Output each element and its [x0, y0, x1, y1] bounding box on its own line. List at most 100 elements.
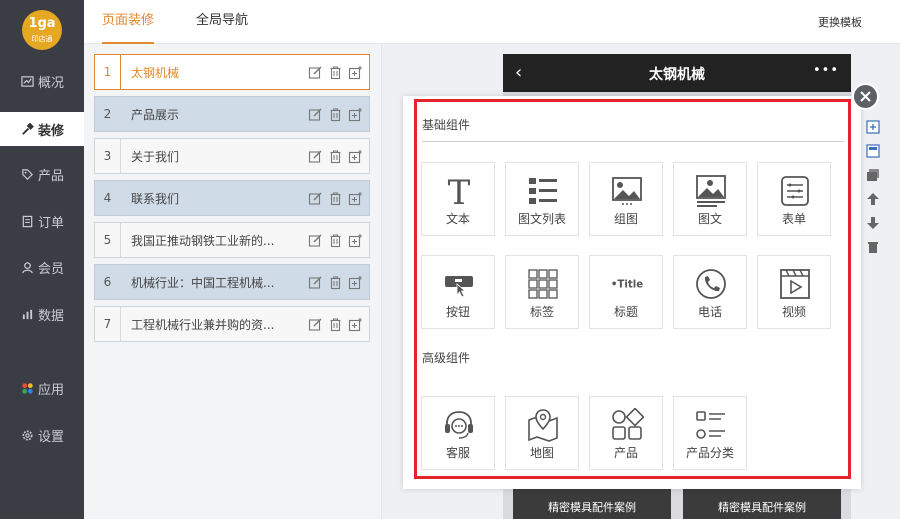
add-page-icon[interactable] [348, 107, 363, 122]
move-down-icon[interactable] [866, 216, 880, 230]
case-image[interactable]: 精密模具配件案例 [683, 488, 841, 519]
section-divider [422, 141, 844, 142]
page-title: 我国正推动钢铁工业新的... [131, 233, 275, 248]
more-icon[interactable]: ••• [813, 63, 839, 78]
component-label: 标题 [613, 305, 638, 319]
component-tags[interactable]: 标签 [505, 255, 579, 329]
basic-components-title: 基础组件 [422, 118, 471, 132]
title-icon: •Title [609, 266, 645, 302]
page-title: 工程机械行业兼并购的资... [131, 317, 275, 332]
copy-icon[interactable] [866, 168, 880, 182]
component-image-list[interactable]: 图文列表 [505, 162, 579, 236]
add-component-icon[interactable] [866, 120, 880, 134]
page-row[interactable]: 5 我国正推动钢铁工业新的... [94, 222, 370, 258]
add-page-icon[interactable] [348, 275, 363, 290]
sidebar-item-data[interactable]: 数据 [0, 297, 84, 331]
page-row[interactable]: 4 联系我们 [94, 180, 370, 216]
component-label: 产品分类 [685, 446, 734, 460]
component-button[interactable]: 按钮 [421, 255, 495, 329]
map-icon [525, 407, 561, 443]
sidebar-item-members[interactable]: 会员 [0, 250, 84, 284]
component-image-group[interactable]: 组图 [589, 162, 663, 236]
sidebar-item-orders[interactable]: 订单 [0, 204, 84, 238]
page-number: 2 [95, 97, 121, 131]
component-label: 组图 [613, 212, 638, 226]
edit-icon[interactable] [308, 149, 323, 164]
chart-icon [20, 74, 34, 88]
delete-icon[interactable] [328, 107, 343, 122]
sidebar-item-overview[interactable]: 概况 [0, 64, 84, 98]
page-row[interactable]: 2 产品展示 [94, 96, 370, 132]
add-page-icon[interactable] [348, 233, 363, 248]
close-button[interactable] [852, 83, 879, 110]
page-row[interactable]: 3 关于我们 [94, 138, 370, 174]
page-number: 4 [95, 181, 121, 215]
page-row[interactable]: 1 太钢机械 [94, 54, 370, 90]
add-page-icon[interactable] [348, 191, 363, 206]
case-image[interactable]: 精密模具配件案例 [513, 488, 671, 519]
page-row[interactable]: 7 工程机械行业兼并购的资... [94, 306, 370, 342]
page-row[interactable]: 6 机械行业：中国工程机械... [94, 264, 370, 300]
page-number: 5 [95, 223, 121, 257]
video-icon [777, 266, 813, 302]
delete-icon[interactable] [328, 233, 343, 248]
app-logo[interactable]: 1ga 印店通 [22, 10, 62, 50]
move-up-icon[interactable] [866, 192, 880, 206]
delete-icon[interactable] [328, 317, 343, 332]
page-title: 太钢机械 [131, 65, 180, 80]
edit-icon[interactable] [308, 191, 323, 206]
category-icon [693, 407, 729, 443]
sidebar-item-products[interactable]: 产品 [0, 157, 84, 191]
add-page-icon[interactable] [348, 149, 363, 164]
delete-icon[interactable] [328, 191, 343, 206]
component-text[interactable]: T 文本 [421, 162, 495, 236]
delete-icon[interactable] [328, 149, 343, 164]
component-video[interactable]: 视频 [757, 255, 831, 329]
phone-preview-header: ‹ 太钢机械 ••• [503, 54, 851, 92]
page-list-panel: 1 太钢机械 2 产品展示 3 关于我们 4 联系我们 5 我国正推动钢铁工业新… [84, 44, 382, 519]
add-page-icon[interactable] [348, 65, 363, 80]
edit-icon[interactable] [308, 65, 323, 80]
sidebar-item-label: 会员 [38, 261, 65, 277]
user-icon [20, 260, 34, 274]
delete-icon[interactable] [328, 275, 343, 290]
add-page-icon[interactable] [348, 317, 363, 332]
component-map[interactable]: 地图 [505, 396, 579, 470]
change-template-button[interactable]: 更换模板 [818, 14, 862, 30]
component-product-category[interactable]: 产品分类 [673, 396, 747, 470]
tab-page-decoration[interactable]: 页面装修 [102, 0, 155, 44]
component-product[interactable]: 产品 [589, 396, 663, 470]
form-icon [777, 173, 813, 209]
page-number: 1 [95, 55, 121, 89]
top-bar: 页面装修 全局导航 更换模板 [84, 0, 900, 44]
component-label: 按钮 [445, 305, 470, 319]
edit-icon[interactable] [308, 275, 323, 290]
component-label: 标签 [529, 305, 554, 319]
component-customer-service[interactable]: 客服 [421, 396, 495, 470]
tab-global-navigation[interactable]: 全局导航 [196, 0, 248, 44]
component-title[interactable]: •Title 标题 [589, 255, 663, 329]
delete-icon[interactable] [328, 65, 343, 80]
page-number: 7 [95, 307, 121, 341]
component-form[interactable]: 表单 [757, 162, 831, 236]
sidebar-item-decorate[interactable]: 装修 [0, 112, 84, 146]
trash-icon[interactable] [866, 240, 880, 254]
tag-icon [20, 167, 34, 181]
edit-icon[interactable] [308, 107, 323, 122]
sidebar-item-apps[interactable]: 应用 [0, 371, 84, 405]
page-title: 联系我们 [131, 191, 180, 206]
edit-icon[interactable] [308, 317, 323, 332]
apps-icon [20, 381, 34, 395]
sidebar-item-settings[interactable]: 设置 [0, 418, 84, 452]
image-text-icon [693, 173, 729, 209]
component-label: 表单 [781, 212, 806, 226]
component-label: 视频 [781, 305, 806, 319]
component-phone[interactable]: 电话 [673, 255, 747, 329]
component-image-text[interactable]: 图文 [673, 162, 747, 236]
main-sidebar: 1ga 印店通 概况 装修 产品 订单 会员 数据 应用 设置 [0, 0, 84, 519]
component-label: 电话 [697, 305, 722, 319]
sidebar-item-label: 应用 [38, 382, 65, 398]
sidebar-item-label: 订单 [38, 215, 65, 231]
edit-icon[interactable] [308, 233, 323, 248]
layout-icon[interactable] [866, 144, 880, 158]
